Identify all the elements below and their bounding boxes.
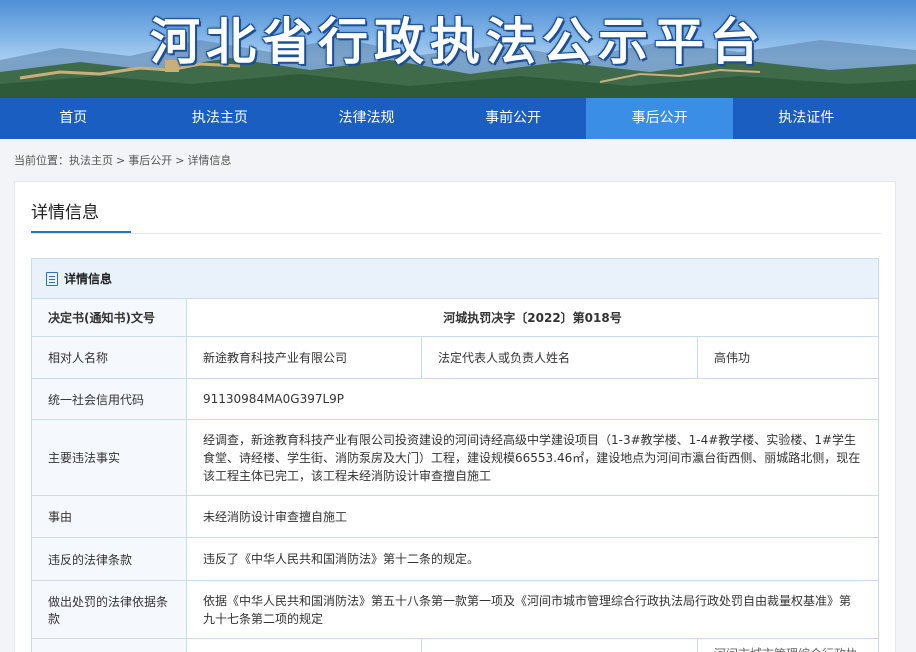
label-violated: 违反的法律条款 [32, 538, 187, 580]
row-facts: 主要违法事实 经调查，新途教育科技产业有限公司投资建设的河间诗经高级中学建设项目… [32, 420, 878, 496]
nav-pre-disclosure[interactable]: 事前公开 [440, 98, 587, 139]
label-facts: 主要违法事实 [32, 420, 187, 495]
panel-title: 详情信息 [31, 203, 99, 223]
value-basis: 依据《中华人民共和国消防法》第五十八条第一款第一项及《河间市城市管理综合行政执法… [203, 593, 852, 626]
row-violated: 违反的法律条款 违反了《中华人民共和国消防法》第十二条的规定。 [32, 538, 878, 581]
value-facts: 经调查，新途教育科技产业有限公司投资建设的河间诗经高级中学建设项目（1-3#教学… [203, 432, 861, 483]
row-credit-code: 统一社会信用代码 91130984MA0G397L9P [32, 379, 878, 420]
breadcrumb-current: 详情信息 [187, 154, 232, 167]
breadcrumb-link-enforcement-home[interactable]: 执法主页 [69, 152, 113, 168]
row-cause: 事由 未经消防设计审查擅自施工 [32, 496, 878, 538]
main-nav: 首页 执法主页 法律法规 事前公开 事后公开 执法证件 [0, 98, 916, 139]
site-banner: 河北省行政执法公示平台 [0, 0, 916, 98]
label-cause: 事由 [32, 496, 187, 537]
detail-table-title: 详情信息 [64, 272, 113, 286]
value-credit-code: 91130984MA0G397L9P [203, 392, 345, 406]
nav-certificates[interactable]: 执法证件 [733, 98, 880, 139]
nav-laws[interactable]: 法律法规 [293, 98, 440, 139]
row-party: 相对人名称 新途教育科技产业有限公司 法定代表人或负责人姓名 高伟功 [32, 337, 878, 379]
nav-home[interactable]: 首页 [0, 98, 147, 139]
nav-post-disclosure[interactable]: 事后公开 [586, 98, 733, 139]
label-basis: 做出处罚的法律依据条款 [32, 581, 187, 638]
value-violated: 违反了《中华人民共和国消防法》第十二条的规定。 [203, 552, 480, 566]
breadcrumb-prefix: 当前位置： [14, 154, 69, 167]
row-basis: 做出处罚的法律依据条款 依据《中华人民共和国消防法》第五十八条第一款第一项及《河… [32, 581, 878, 639]
nav-enforcement-home[interactable]: 执法主页 [147, 98, 294, 139]
row-doc-no: 决定书(通知书)文号 河城执罚决字〔2022〕第018号 [32, 299, 878, 337]
label-partial [32, 639, 187, 652]
detail-table: 详情信息 决定书(通知书)文号 河城执罚决字〔2022〕第018号 相对人名称 … [31, 258, 879, 652]
label-legal-rep: 法定代表人或负责人姓名 [422, 337, 698, 378]
site-title: 河北省行政执法公示平台 [150, 12, 766, 71]
breadcrumb: 当前位置：执法主页 > 事后公开 > 详情信息 [14, 152, 231, 168]
breadcrumb-separator: > [175, 154, 185, 167]
value-cause: 未经消防设计审查擅自施工 [203, 509, 348, 524]
row-partial: 河间市城市管理综合行政执法 [32, 639, 878, 652]
detail-table-header: 详情信息 [32, 259, 878, 299]
breadcrumb-separator: > [116, 154, 126, 167]
label-doc-no: 决定书(通知书)文号 [32, 299, 187, 336]
value-partial-empty [187, 639, 422, 652]
label-credit-code: 统一社会信用代码 [32, 379, 187, 419]
label-party: 相对人名称 [32, 337, 187, 378]
value-legal-rep: 高伟功 [714, 350, 751, 365]
value-doc-no: 河城执罚决字〔2022〕第018号 [443, 310, 622, 325]
document-icon [46, 271, 58, 286]
value-partial-authority: 河间市城市管理综合行政执法 [698, 639, 878, 652]
breadcrumb-link-post-disclosure[interactable]: 事后公开 [128, 152, 172, 168]
panel-divider [31, 233, 881, 234]
detail-panel: 详情信息 详情信息 决定书(通知书)文号 河城执罚决字〔2022〕第018号 相… [14, 181, 896, 652]
panel-tab: 详情信息 [31, 198, 131, 234]
label-partial-2 [422, 639, 698, 652]
value-party: 新途教育科技产业有限公司 [187, 337, 422, 378]
